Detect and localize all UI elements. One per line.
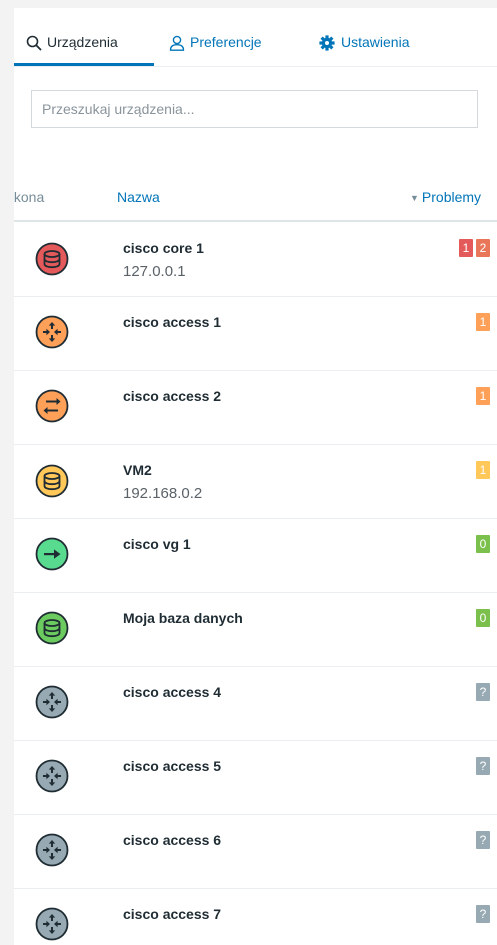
column-header-problems[interactable]: ▼ Problemy <box>410 189 481 205</box>
device-name[interactable]: cisco vg 1 <box>123 536 191 552</box>
device-name[interactable]: cisco access 7 <box>123 906 221 922</box>
arrow-right-icon <box>35 537 69 571</box>
table-row[interactable]: VM2 192.168.0.2 1 <box>14 444 497 519</box>
table-row[interactable]: cisco vg 1 0 <box>14 518 497 593</box>
search-box <box>31 90 478 128</box>
tab-settings-label: Ustawienia <box>341 34 410 50</box>
user-icon <box>169 35 185 51</box>
problem-badges: 0 <box>476 609 490 627</box>
device-name[interactable]: cisco access 1 <box>123 314 221 330</box>
router-icon <box>35 759 69 793</box>
active-tab-indicator <box>14 63 154 66</box>
problem-badges: 1 <box>476 313 490 331</box>
problem-count-badge[interactable]: 2 <box>476 239 490 257</box>
table-row[interactable]: cisco access 5? <box>14 740 497 815</box>
tab-devices-label: Urządzenia <box>47 34 118 50</box>
table-row[interactable]: cisco access 4? <box>14 666 497 741</box>
problem-count-badge[interactable]: 0 <box>476 535 490 553</box>
table-row[interactable]: cisco access 6? <box>14 814 497 889</box>
problem-badges: ? <box>476 831 490 849</box>
problem-count-badge[interactable]: 1 <box>459 239 473 257</box>
column-header-name[interactable]: Nazwa <box>117 189 160 205</box>
tab-preferences[interactable]: Preferencje <box>169 34 262 66</box>
device-name[interactable]: cisco access 4 <box>123 684 221 700</box>
router-icon <box>35 907 69 941</box>
problem-count-badge[interactable]: ? <box>476 683 490 701</box>
problem-count-badge[interactable]: ? <box>476 905 490 923</box>
sort-desc-icon: ▼ <box>410 193 419 203</box>
problem-badges: ? <box>476 683 490 701</box>
device-name[interactable]: cisco access 2 <box>123 388 221 404</box>
table-row[interactable]: cisco access 2 1 <box>14 370 497 445</box>
problem-badges: 12 <box>459 239 490 257</box>
database-icon <box>35 611 69 645</box>
device-name[interactable]: Moja baza danych <box>123 610 243 626</box>
problem-count-badge[interactable]: ? <box>476 757 490 775</box>
problem-badges: 1 <box>476 461 490 479</box>
device-name[interactable]: cisco access 5 <box>123 758 221 774</box>
device-ip: 127.0.0.1 <box>123 263 186 280</box>
router-icon <box>35 833 69 867</box>
router-icon <box>35 315 69 349</box>
problem-count-badge[interactable]: ? <box>476 831 490 849</box>
table-row[interactable]: cisco access 7? <box>14 888 497 945</box>
problem-badges: 1 <box>476 387 490 405</box>
device-ip: 192.168.0.2 <box>123 485 203 502</box>
column-header-problems-label: Problemy <box>421 189 482 205</box>
problem-count-badge[interactable]: 1 <box>476 461 490 479</box>
database-icon <box>35 242 69 276</box>
devices-panel: Urządzenia Preferencje Ustawienia Przesz… <box>14 8 497 945</box>
gear-icon <box>319 35 335 51</box>
problem-count-badge[interactable]: 0 <box>476 609 490 627</box>
search-icon <box>26 35 42 51</box>
database-icon <box>35 464 69 498</box>
column-header-icon: Ikona <box>14 189 45 205</box>
table-row[interactable]: cisco core 1 127.0.0.1 1 2 <box>14 222 497 297</box>
problem-badges: 0 <box>476 535 490 553</box>
table-row[interactable]: Moja baza danych 0 <box>14 592 497 667</box>
device-name[interactable]: cisco core 1 <box>123 240 204 256</box>
problem-count-badge[interactable]: 1 <box>476 313 490 331</box>
problem-count-badge[interactable]: 1 <box>476 387 490 405</box>
search-input[interactable] <box>32 91 477 127</box>
switch-icon <box>35 389 69 423</box>
tab-bar: Urządzenia Preferencje Ustawienia <box>14 8 497 67</box>
problem-badges: ? <box>476 905 490 923</box>
device-name[interactable]: VM2 <box>123 462 152 478</box>
router-icon <box>35 685 69 719</box>
tab-preferences-label: Preferencje <box>190 34 262 50</box>
tab-settings[interactable]: Ustawienia <box>318 34 409 66</box>
device-name[interactable]: cisco access 6 <box>123 832 221 848</box>
problem-badges: ? <box>476 757 490 775</box>
tab-devices[interactable]: Urządzenia <box>26 34 118 66</box>
table-row[interactable]: cisco access 1 1 <box>14 296 497 371</box>
